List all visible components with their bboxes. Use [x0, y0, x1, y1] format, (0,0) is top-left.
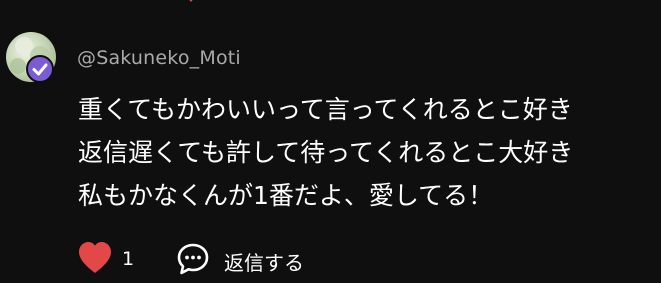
comment-line: 返信遅くても許して待ってくれるとこ大好き: [78, 138, 574, 167]
heart-icon: [189, 0, 193, 2]
comment-actions: 1 返信する: [76, 240, 376, 280]
speech-bubble-icon: [177, 243, 209, 275]
like-count: 1: [122, 248, 135, 270]
reply-label: 返信する: [224, 251, 304, 275]
comment-line: 重くてもかわいいって言ってくれるとこ好き: [78, 95, 573, 124]
comment-line: 私もかなくんが1番だよ、愛してる！: [78, 181, 494, 210]
comment-text: 重くてもかわいいって言ってくれるとこ好き 返信遅くても許して待ってくれるとこ大好…: [78, 88, 653, 217]
reply-button[interactable]: 返信する: [176, 242, 326, 276]
like-button[interactable]: [76, 240, 116, 278]
heart-icon: [79, 242, 111, 273]
verified-badge-icon: [26, 55, 54, 83]
comment-author[interactable]: @Sakuneko_Moti: [77, 47, 241, 69]
